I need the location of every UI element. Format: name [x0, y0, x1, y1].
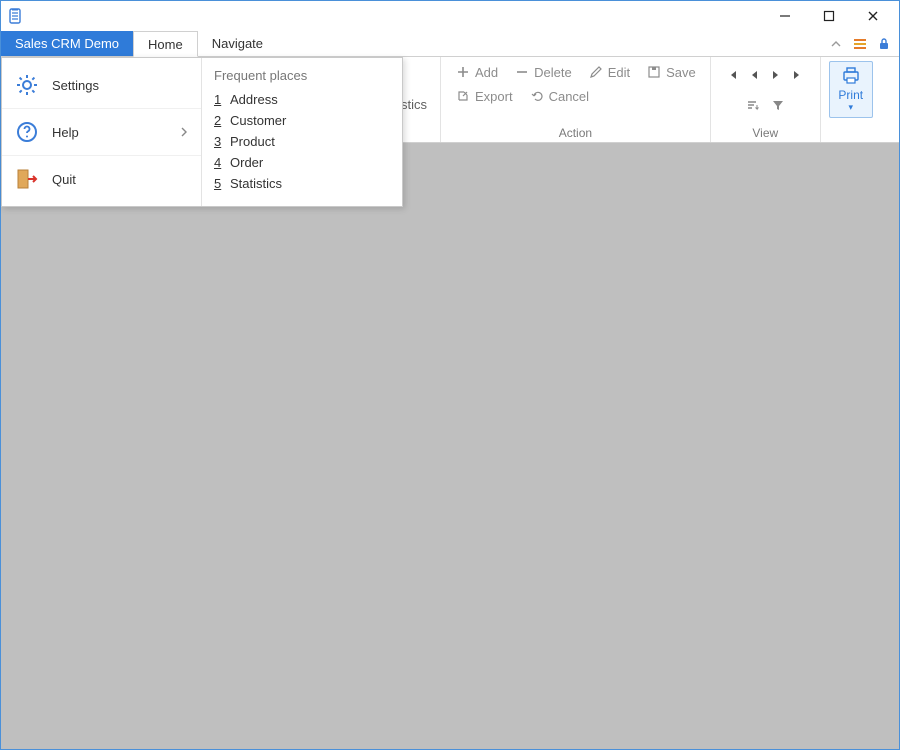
frequent-place-customer[interactable]: 2 Customer: [212, 110, 392, 131]
place-label: Statistics: [230, 176, 282, 191]
place-label: Order: [230, 155, 263, 170]
first-record-button[interactable]: [722, 65, 742, 85]
tab-navigate[interactable]: Navigate: [198, 31, 277, 56]
quit-label: Quit: [52, 172, 189, 187]
view-group-label: View: [719, 124, 812, 140]
cancel-label: Cancel: [549, 89, 589, 104]
printer-icon: [840, 66, 862, 86]
lock-icon[interactable]: [875, 35, 893, 53]
plus-icon: [455, 64, 471, 80]
window-controls: [763, 2, 895, 30]
undo-icon: [529, 88, 545, 104]
add-button[interactable]: Add: [449, 61, 504, 83]
record-navigation: [722, 61, 808, 85]
ribbon-group-action: Add Delete Edit: [441, 57, 711, 142]
minus-icon: [514, 64, 530, 80]
next-record-button[interactable]: [766, 65, 786, 85]
app-menu-right: Frequent places 1 Address 2 Customer 3 P…: [202, 58, 402, 206]
minimize-button[interactable]: [763, 2, 807, 30]
place-label: Product: [230, 134, 275, 149]
content-area: [1, 143, 899, 749]
filter-button[interactable]: [768, 95, 788, 115]
app-menu-quit[interactable]: Quit: [2, 156, 201, 202]
app-menu-help[interactable]: Help: [2, 109, 201, 156]
edit-button[interactable]: Edit: [582, 61, 636, 83]
export-label: Export: [475, 89, 513, 104]
floppy-icon: [646, 64, 662, 80]
ribbon-group-view: View: [711, 57, 821, 142]
frequent-place-statistics[interactable]: 5 Statistics: [212, 173, 392, 194]
gear-icon: [14, 72, 40, 98]
frequent-places-heading: Frequent places: [212, 64, 392, 89]
place-label: Address: [230, 92, 278, 107]
help-icon: [14, 119, 40, 145]
pencil-icon: [588, 64, 604, 80]
export-button[interactable]: Export: [449, 85, 519, 107]
edit-label: Edit: [608, 65, 630, 80]
titlebar: [1, 1, 899, 31]
app-tab[interactable]: Sales CRM Demo: [1, 31, 133, 56]
ribbon-group-print: Print ▾: [821, 57, 881, 142]
save-label: Save: [666, 65, 696, 80]
prev-record-button[interactable]: [744, 65, 764, 85]
settings-label: Settings: [52, 78, 189, 93]
app-icon: [5, 8, 25, 24]
close-button[interactable]: [851, 2, 895, 30]
action-group-label: Action: [449, 124, 702, 140]
frequent-place-order[interactable]: 4 Order: [212, 152, 392, 173]
maximize-button[interactable]: [807, 2, 851, 30]
save-button[interactable]: Save: [640, 61, 702, 83]
menubar: Sales CRM Demo Home Navigate: [1, 31, 899, 57]
ribbon-peek-label: stics: [401, 97, 427, 112]
brand-icon: [851, 35, 869, 53]
print-label: Print: [838, 88, 863, 102]
print-button[interactable]: Print ▾: [829, 61, 873, 118]
app-menu: Settings Help Quit: [1, 57, 403, 207]
delete-button[interactable]: Delete: [508, 61, 578, 83]
chevron-right-icon: [179, 127, 189, 137]
add-label: Add: [475, 65, 498, 80]
cancel-button[interactable]: Cancel: [523, 85, 595, 107]
tab-home[interactable]: Home: [133, 31, 198, 57]
export-icon: [455, 88, 471, 104]
chevron-down-icon: ▾: [849, 102, 854, 113]
help-label: Help: [52, 125, 167, 140]
place-label: Customer: [230, 113, 286, 128]
delete-label: Delete: [534, 65, 572, 80]
exit-icon: [14, 166, 40, 192]
frequent-place-address[interactable]: 1 Address: [212, 89, 392, 110]
last-record-button[interactable]: [788, 65, 808, 85]
collapse-ribbon-icon[interactable]: [827, 35, 845, 53]
sort-button[interactable]: [742, 95, 762, 115]
app-menu-settings[interactable]: Settings: [2, 62, 201, 109]
frequent-place-product[interactable]: 3 Product: [212, 131, 392, 152]
app-menu-left: Settings Help Quit: [2, 58, 202, 206]
